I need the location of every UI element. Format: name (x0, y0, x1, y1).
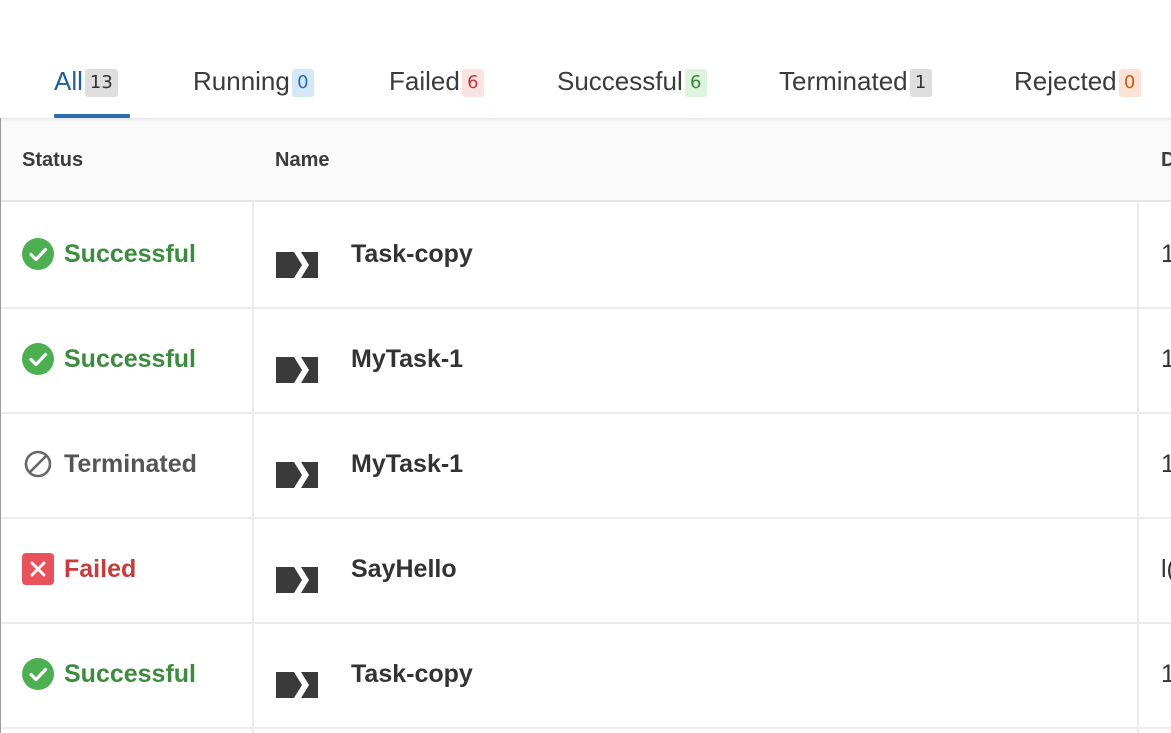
status-label: Successful (64, 344, 197, 373)
table-header: Status Name D (1, 118, 1171, 202)
check-circle-icon (22, 658, 54, 690)
column-header-third[interactable]: D (1161, 148, 1171, 172)
tab-all-count-badge: 13 (84, 69, 118, 97)
task-icon (276, 462, 318, 488)
check-circle-icon (22, 238, 54, 270)
status-cell: Failed (22, 553, 136, 585)
task-icon (276, 252, 318, 278)
check-circle-icon (22, 343, 54, 375)
tab-successful-count-badge: 6 (684, 69, 707, 97)
column-header-status[interactable]: Status (22, 148, 83, 172)
third-column-cell: l( (1161, 555, 1171, 583)
third-column-cell: 1 (1161, 660, 1171, 688)
table-row[interactable]: Successful Task-copy 1 (1, 202, 1171, 309)
third-column-cell: 1 (1161, 345, 1171, 373)
tab-rejected[interactable]: Rejected 0 (1014, 66, 1141, 118)
task-icon (276, 672, 318, 698)
column-divider (1137, 202, 1139, 733)
status-label: Successful (64, 239, 197, 268)
status-label: Failed (64, 554, 137, 583)
table-row[interactable]: Successful MyTask-1 1 (1, 307, 1171, 414)
status-label: Terminated (64, 449, 197, 478)
task-name[interactable]: SayHello (351, 555, 457, 584)
tab-failed[interactable]: Failed 6 (389, 66, 484, 118)
prohibited-icon (22, 448, 54, 480)
status-cell: Successful (22, 343, 196, 375)
task-name[interactable]: Task-copy (351, 240, 473, 269)
tab-running-count-badge: 0 (291, 69, 314, 97)
close-square-icon (22, 553, 54, 585)
task-icon (276, 357, 318, 383)
tab-running-label: Running (193, 66, 290, 96)
tab-running[interactable]: Running 0 (193, 66, 314, 118)
tab-successful-label: Successful (557, 66, 683, 96)
status-cell: Terminated (22, 448, 197, 480)
tab-terminated[interactable]: Terminated 1 (779, 66, 932, 118)
tab-terminated-count-badge: 1 (909, 69, 932, 97)
task-name[interactable]: MyTask-1 (351, 345, 463, 374)
status-filter-tabs: All 13 Running 0 Failed 6 Successful 6 T… (0, 0, 1171, 118)
task-name[interactable]: Task-copy (351, 660, 473, 689)
table-row[interactable]: Failed SayHello l( (1, 517, 1171, 624)
status-cell: Successful (22, 658, 196, 690)
tab-rejected-count-badge: 0 (1118, 69, 1141, 97)
third-column-cell: 1 (1161, 240, 1171, 268)
task-icon (276, 567, 318, 593)
tab-all-label: All (54, 66, 83, 96)
tab-terminated-label: Terminated (779, 66, 908, 96)
column-header-name[interactable]: Name (275, 148, 329, 172)
tab-all[interactable]: All 13 (54, 66, 130, 118)
tab-failed-count-badge: 6 (461, 69, 484, 97)
status-cell: Successful (22, 238, 196, 270)
tab-failed-label: Failed (389, 66, 460, 96)
tab-successful[interactable]: Successful 6 (557, 66, 707, 118)
third-column-cell: 1 (1161, 450, 1171, 478)
table-row[interactable]: Successful Task-copy 1 (1, 622, 1171, 729)
tab-rejected-label: Rejected (1014, 66, 1117, 96)
column-divider (252, 202, 254, 733)
task-name[interactable]: MyTask-1 (351, 450, 463, 479)
table-row[interactable]: Terminated MyTask-1 1 (1, 412, 1171, 519)
status-label: Successful (64, 659, 197, 688)
